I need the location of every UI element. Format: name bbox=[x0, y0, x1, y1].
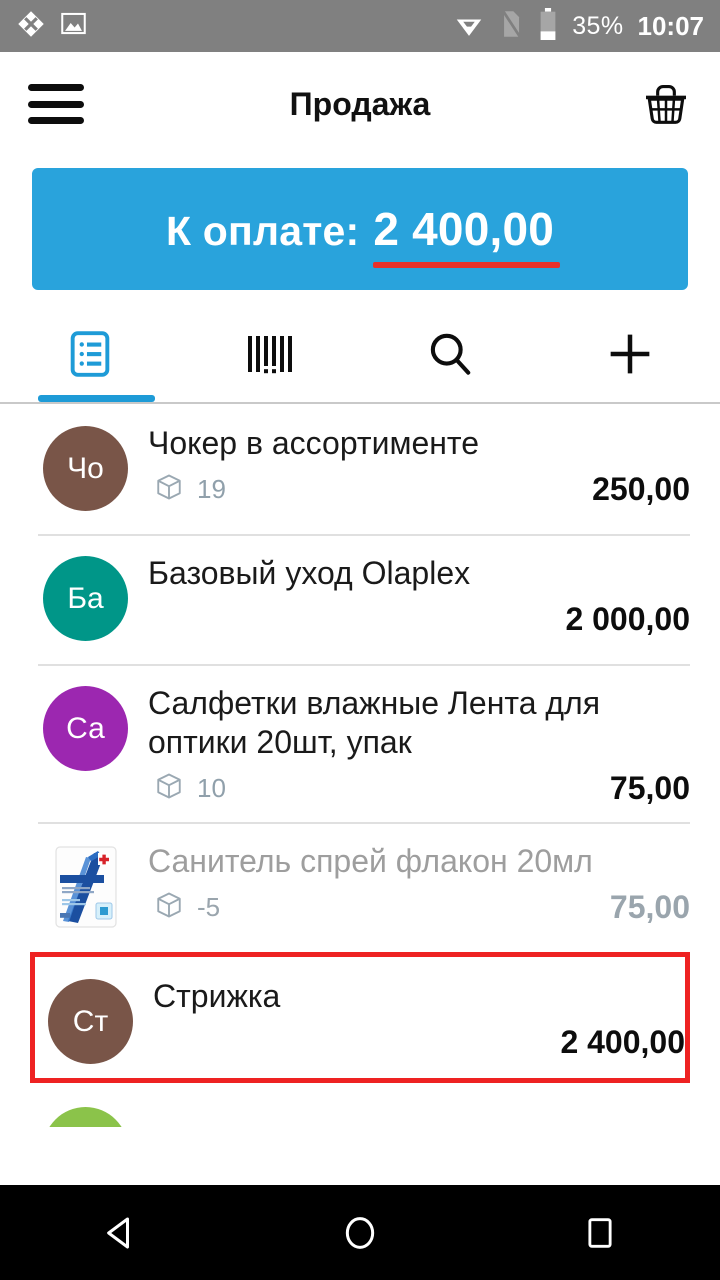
stock-info: 19 bbox=[148, 472, 226, 507]
list-item-selected[interactable]: Ст Стрижка 2 400,00 bbox=[30, 952, 690, 1084]
stock-info: -5 bbox=[148, 890, 220, 925]
shopping-basket-icon[interactable] bbox=[640, 78, 692, 130]
active-tab-indicator bbox=[38, 395, 155, 402]
tab-list[interactable] bbox=[0, 310, 180, 402]
list-item[interactable]: Чо Чокер в ассортименте 19 250,00 bbox=[0, 404, 720, 534]
list-item[interactable]: Са Салфетки влажные Лента для оптики 20ш… bbox=[0, 664, 720, 822]
total-amount-wrapper: 2 400,00 bbox=[373, 202, 561, 268]
search-icon bbox=[424, 328, 476, 385]
product-name: Базовый уход Olaplex bbox=[148, 555, 471, 591]
total-banner-container: К оплате: 2 400,00 bbox=[0, 156, 720, 290]
avatar: Чо bbox=[43, 426, 128, 511]
box-icon bbox=[154, 890, 184, 925]
product-list: Чо Чокер в ассортименте 19 250,00 Ба Баз… bbox=[0, 404, 720, 1128]
product-name bbox=[148, 1101, 690, 1105]
status-bar: 35% 10:07 bbox=[0, 0, 720, 52]
list-item-body: Базовый уход Olaplex 2 000,00 bbox=[128, 550, 690, 639]
product-name: Салфетки влажные Лента для оптики 20шт, … bbox=[148, 685, 601, 761]
plus-icon bbox=[603, 327, 657, 386]
product-thumbnail bbox=[43, 844, 128, 930]
tab-add[interactable] bbox=[540, 310, 720, 402]
tab-search[interactable] bbox=[360, 310, 540, 402]
list-item-body: Санитель спрей флакон 20мл -5 75,00 bbox=[128, 838, 690, 927]
tab-bar bbox=[0, 310, 720, 402]
stock-quantity: 10 bbox=[197, 772, 226, 803]
avatar: Са bbox=[43, 686, 128, 771]
battery-percent-label: 35% bbox=[572, 11, 624, 40]
home-circle-icon[interactable] bbox=[305, 1185, 415, 1280]
no-sim-icon bbox=[498, 9, 524, 44]
android-navigation-bar bbox=[0, 1185, 720, 1280]
wifi-icon bbox=[454, 9, 484, 44]
list-item[interactable]: Ба Базовый уход Olaplex 2 000,00 bbox=[0, 534, 720, 664]
avatar: Ст bbox=[48, 979, 133, 1065]
stock-quantity: 19 bbox=[197, 473, 226, 504]
barcode-icon bbox=[242, 328, 298, 385]
avatar: Ба bbox=[43, 556, 128, 641]
battery-icon bbox=[538, 7, 558, 45]
product-name: Санитель спрей флакон 20мл bbox=[148, 843, 593, 880]
total-amount: 2 400,00 bbox=[373, 203, 555, 255]
app-bar: Продажа bbox=[0, 52, 720, 156]
tab-barcode[interactable] bbox=[180, 310, 360, 402]
product-price: 250,00 bbox=[592, 470, 690, 507]
status-bar-clock: 10:07 bbox=[637, 10, 705, 41]
status-bar-left-icons bbox=[16, 9, 87, 44]
phone-screen: 35% 10:07 Продажа К оплате: 2 400,00 Чо … bbox=[0, 0, 720, 1280]
total-amount-underline bbox=[373, 262, 561, 268]
app-diamond-icon bbox=[16, 9, 46, 44]
product-name: Чокер в ассортименте bbox=[148, 425, 479, 461]
page-title: Продажа bbox=[289, 85, 431, 122]
list-item-footer: 10 75,00 bbox=[148, 768, 690, 808]
list-item-body: Стрижка 2 400,00 bbox=[133, 973, 685, 1062]
product-price: 75,00 bbox=[609, 769, 690, 806]
recents-square-icon[interactable] bbox=[545, 1185, 655, 1280]
stock-info: 10 bbox=[148, 771, 226, 806]
product-name: Стрижка bbox=[153, 978, 281, 1015]
box-icon bbox=[154, 771, 184, 806]
list-item[interactable]: Санитель спрей флакон 20мл -5 75,00 bbox=[0, 822, 720, 952]
total-label: К оплате: bbox=[165, 208, 360, 254]
product-price: 2 000,00 bbox=[565, 600, 690, 637]
list-item[interactable] bbox=[0, 1087, 720, 1128]
avatar bbox=[43, 1107, 128, 1128]
list-item-body bbox=[128, 1101, 690, 1105]
product-price: 2 400,00 bbox=[560, 1023, 685, 1060]
product-price: 75,00 bbox=[609, 888, 690, 925]
list-item-footer: 2 400,00 bbox=[153, 1022, 685, 1062]
list-item-body: Чокер в ассортименте 19 250,00 bbox=[128, 420, 690, 509]
list-item-body: Салфетки влажные Лента для оптики 20шт, … bbox=[128, 680, 690, 808]
list-document-icon bbox=[64, 328, 116, 385]
back-triangle-icon[interactable] bbox=[65, 1185, 175, 1280]
status-bar-right-icons: 35% 10:07 bbox=[454, 7, 705, 45]
list-item-footer: -5 75,00 bbox=[148, 887, 690, 927]
total-to-pay-banner[interactable]: К оплате: 2 400,00 bbox=[32, 168, 688, 290]
stock-quantity: -5 bbox=[197, 891, 221, 922]
box-icon bbox=[154, 472, 184, 507]
hamburger-menu-icon[interactable] bbox=[28, 84, 84, 124]
list-item-footer: 2 000,00 bbox=[148, 599, 690, 639]
list-item-footer: 19 250,00 bbox=[148, 469, 690, 509]
gallery-image-icon bbox=[60, 10, 87, 42]
